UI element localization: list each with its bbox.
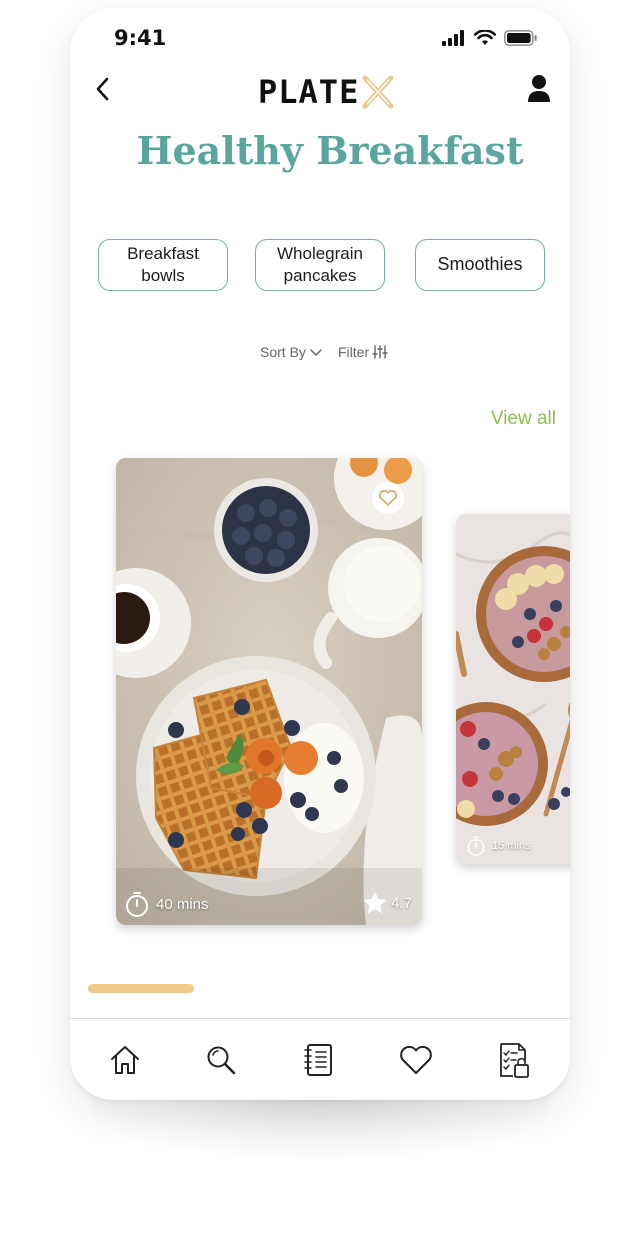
battery-icon <box>504 30 537 46</box>
card-time: 40 mins <box>124 891 209 917</box>
chip-wholegrain-pancakes[interactable]: Wholegrain pancakes <box>255 239 385 291</box>
back-button[interactable] <box>90 74 116 104</box>
card-time-label: 40 mins <box>156 895 209 913</box>
chevron-down-icon <box>310 349 322 357</box>
phone-screen: 9:41 PLATE Healthy Breakfast Breakfast b… <box>70 8 570 1100</box>
card-time: 15 mins <box>466 836 531 856</box>
tab-shopping-list[interactable] <box>494 1040 534 1080</box>
sort-button[interactable]: Sort By <box>260 344 323 360</box>
heart-outline-icon <box>379 489 397 506</box>
sliders-icon <box>372 345 388 359</box>
wifi-icon <box>474 30 496 45</box>
card-time-label: 15 mins <box>492 840 531 852</box>
card-rating: 4.7 <box>361 889 412 917</box>
home-icon <box>111 1046 139 1074</box>
tab-favorites[interactable] <box>396 1040 436 1080</box>
status-time: 9:41 <box>114 26 167 50</box>
favorite-button[interactable] <box>372 482 404 514</box>
shopping-list-icon <box>500 1043 529 1078</box>
filter-button[interactable]: Filter <box>338 344 388 360</box>
page-title: Healthy Breakfast <box>136 128 524 173</box>
recipe-card-smoothie-bowls[interactable]: 15 mins <box>456 514 570 864</box>
chip-label: Breakfast bowls <box>127 243 199 285</box>
profile-button[interactable] <box>526 74 552 104</box>
tab-bar-divider <box>70 1018 570 1019</box>
smoothie-bowls-photo <box>456 514 570 864</box>
chip-smoothies[interactable]: Smoothies <box>415 239 545 291</box>
heart-icon <box>400 1045 432 1074</box>
search-icon <box>207 1046 236 1075</box>
chevron-left-icon <box>96 77 109 101</box>
stopwatch-icon <box>467 836 485 856</box>
carousel-scroll-indicator <box>88 984 194 993</box>
waffles-photo <box>116 458 422 925</box>
tab-recipes[interactable] <box>299 1040 339 1080</box>
sort-label: Sort By <box>260 344 306 360</box>
recipe-card-waffles[interactable]: 40 mins 4.7 <box>116 458 422 925</box>
chip-label: Smoothies <box>437 254 523 275</box>
star-icon <box>363 891 387 914</box>
stopwatch-icon <box>126 892 148 917</box>
view-all-link[interactable]: View all <box>491 408 556 430</box>
status-icons <box>442 30 538 46</box>
chip-label: Wholegrain pancakes <box>277 243 363 285</box>
user-icon <box>528 75 550 102</box>
app-logo: PLATE <box>258 72 397 112</box>
chip-breakfast-bowls[interactable]: Breakfast bowls <box>98 239 228 291</box>
fork-knife-cross-icon <box>362 75 394 109</box>
tab-search[interactable] <box>201 1040 241 1080</box>
tab-home[interactable] <box>105 1040 145 1080</box>
cellular-signal-icon <box>442 30 464 46</box>
card-rating-value: 4.7 <box>391 894 412 912</box>
recipe-book-icon <box>304 1044 332 1076</box>
logo-text: PLATE <box>258 73 360 111</box>
filter-label: Filter <box>338 344 370 360</box>
